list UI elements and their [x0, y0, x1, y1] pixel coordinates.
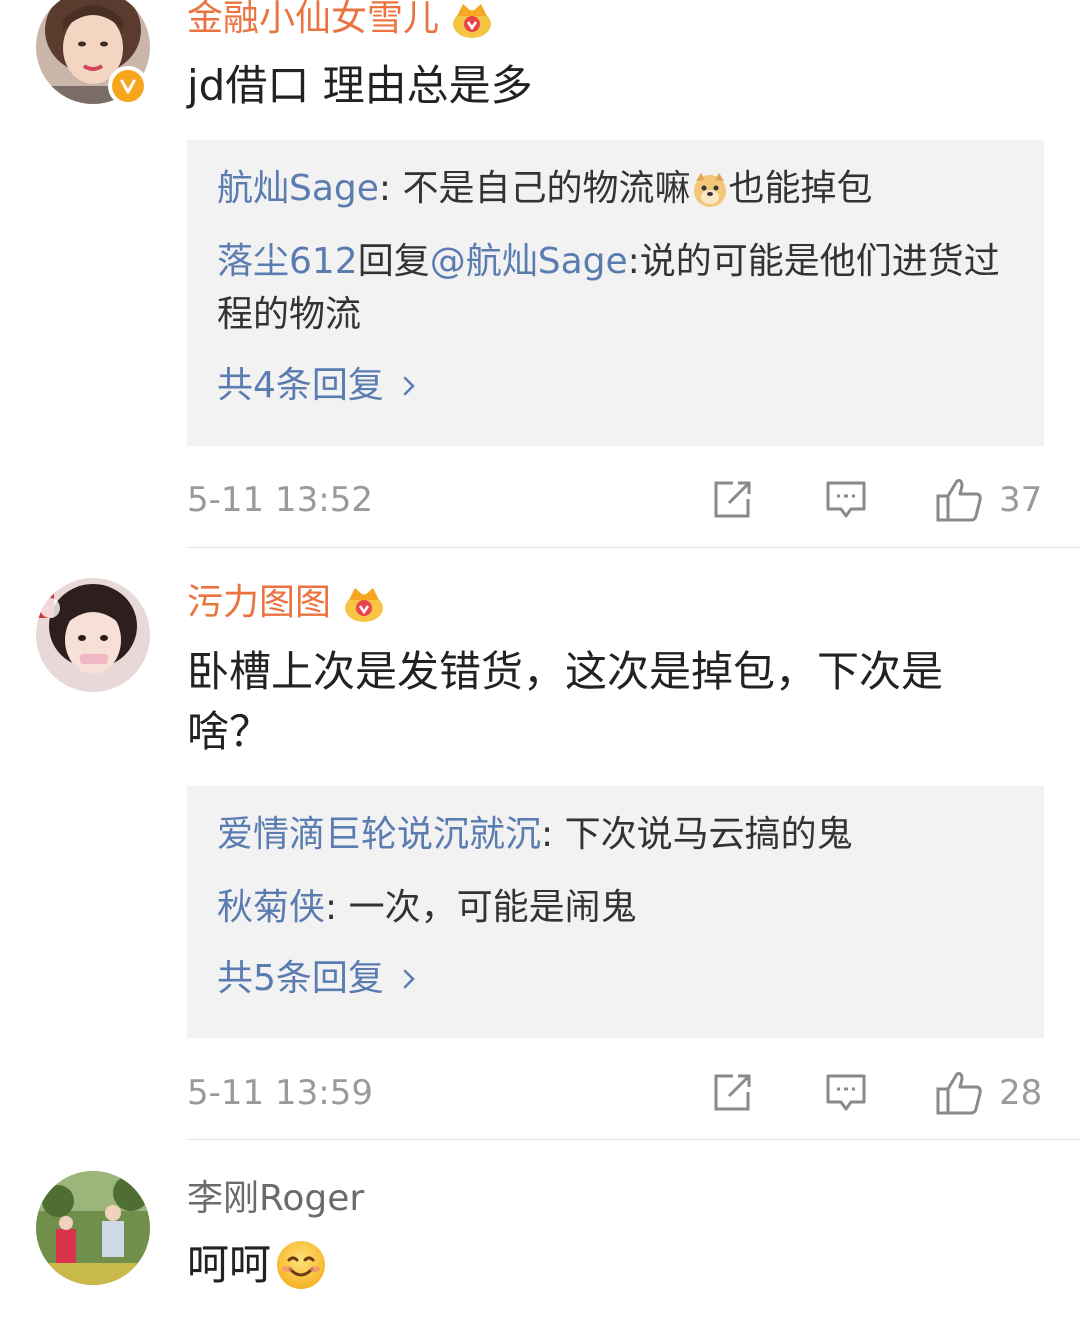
- comment-item: 污力图图 卧槽上次是发错货，这次是掉包，下次是啥？ 爱情滴巨轮说沉就沉: 下次说…: [0, 548, 1080, 1140]
- vip-crown-icon: [345, 588, 384, 622]
- comment-content: 卧槽上次是发错货，这次是掉包，下次是啥？: [187, 647, 944, 756]
- repost-icon: [714, 481, 751, 518]
- avatar[interactable]: [36, 578, 150, 692]
- thumbs-up-icon: [936, 479, 982, 522]
- comment-item: 金融小仙女雪儿 jd借口 理由总是多 航灿Sage: 不是自己的物流嘛 也能掉包…: [0, 0, 1080, 548]
- like-button[interactable]: 37: [935, 478, 1042, 522]
- comment-content: jd借口 理由总是多: [187, 61, 533, 110]
- reply-item[interactable]: 航灿Sage: 不是自己的物流嘛 也能掉包: [217, 162, 1014, 215]
- reply-text: 也能掉包: [728, 168, 873, 209]
- repost-button[interactable]: [711, 478, 753, 522]
- more-replies-link[interactable]: 共5条回复: [217, 954, 1014, 1004]
- reply-box[interactable]: 航灿Sage: 不是自己的物流嘛 也能掉包 落尘612回复@航灿Sage:说的可…: [187, 140, 1044, 446]
- reply-username[interactable]: 爱情滴巨轮说沉就沉: [217, 814, 541, 855]
- comment-meta: 5-11 13:52 37: [187, 470, 1044, 530]
- timestamp: 5-11 13:59: [187, 1073, 373, 1113]
- repost-button[interactable]: [711, 1071, 753, 1115]
- comment-item: 李刚Roger 呵呵: [0, 1140, 1080, 1325]
- comment-text: 呵呵: [187, 1240, 272, 1289]
- reply-separator: :: [325, 887, 349, 928]
- username-text[interactable]: 污力图图: [187, 580, 331, 626]
- timestamp: 5-11 13:52: [187, 480, 373, 520]
- username[interactable]: 金融小仙女雪儿: [187, 0, 493, 42]
- reply-item[interactable]: 爱情滴巨轮说沉就沉: 下次说马云搞的鬼: [217, 808, 1014, 861]
- reply-mention[interactable]: @航灿Sage: [430, 241, 628, 282]
- avatar[interactable]: [36, 1171, 150, 1285]
- reply-item[interactable]: 落尘612回复@航灿Sage:说的可能是他们进货过程的物流: [217, 235, 1014, 341]
- reply-username[interactable]: 落尘612: [217, 241, 358, 282]
- reply-text: 下次说马云搞的鬼: [564, 814, 853, 855]
- reply-text: 不是自己的物流嘛: [402, 168, 691, 209]
- reply-word: 回复: [357, 241, 430, 282]
- username[interactable]: 污力图图: [187, 580, 385, 626]
- comment-icon: [826, 1074, 866, 1111]
- comment-meta: 5-11 13:59 28: [187, 1063, 1044, 1123]
- like-button[interactable]: 28: [935, 1071, 1042, 1115]
- vip-crown-icon: [453, 4, 492, 38]
- more-replies-link[interactable]: 共4条回复: [217, 361, 1014, 411]
- like-count: 28: [999, 1073, 1043, 1113]
- smile-icon: [277, 1241, 326, 1289]
- more-replies-text[interactable]: 共5条回复: [217, 954, 384, 1004]
- verified-badge-icon: [108, 66, 148, 106]
- comment-icon: [826, 481, 866, 518]
- username[interactable]: 李刚Roger: [187, 1176, 364, 1222]
- reply-username[interactable]: 航灿Sage: [217, 168, 379, 209]
- reply-text: 一次，可能是闹鬼: [348, 887, 637, 928]
- reply-separator: :: [378, 168, 403, 209]
- more-replies-text[interactable]: 共4条回复: [217, 361, 384, 411]
- comment-content: 呵呵: [187, 1235, 1027, 1295]
- username-text[interactable]: 李刚Roger: [187, 1176, 364, 1222]
- doge-icon: [693, 173, 726, 207]
- reply-separator: :: [541, 814, 565, 855]
- chevron-right-icon: [403, 376, 415, 396]
- thumbs-up-icon: [936, 1072, 982, 1115]
- reply-item[interactable]: 秋菊侠: 一次，可能是闹鬼: [217, 881, 1014, 934]
- comment-button[interactable]: [825, 478, 867, 522]
- repost-icon: [714, 1074, 751, 1111]
- username-text[interactable]: 金融小仙女雪儿: [187, 0, 439, 42]
- like-count: 37: [999, 480, 1043, 520]
- reply-username[interactable]: 秋菊侠: [217, 887, 325, 928]
- reply-box[interactable]: 爱情滴巨轮说沉就沉: 下次说马云搞的鬼 秋菊侠: 一次，可能是闹鬼 共5条回复: [187, 786, 1044, 1038]
- comment-button[interactable]: [825, 1071, 867, 1115]
- chevron-right-icon: [403, 969, 415, 989]
